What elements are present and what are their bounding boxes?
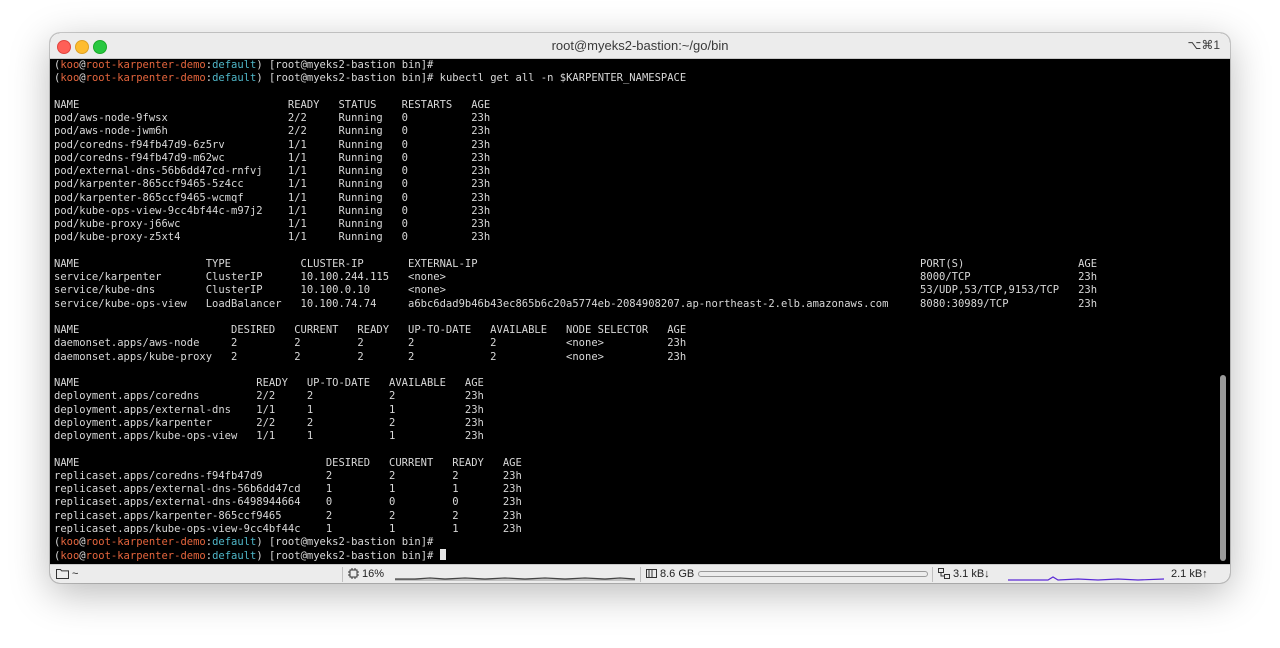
prompt-user: koo bbox=[60, 536, 80, 548]
table-row: pod/aws-node-jwm6h 2/2 Running 0 23h bbox=[54, 125, 491, 138]
table-row: deployment.apps/kube-ops-view 1/1 1 1 23… bbox=[54, 430, 484, 442]
table-row: pod/karpenter-865ccf9465-wcmqf 1/1 Runni… bbox=[54, 191, 491, 204]
path-indicator[interactable]: ~ bbox=[56, 568, 78, 580]
table-row: replicaset.apps/external-dns-6498944664 … bbox=[54, 496, 522, 509]
table-row: NAME READY STATUS RESTARTS AGE bbox=[54, 98, 491, 111]
prompt-user: koo bbox=[60, 550, 80, 563]
network-graph bbox=[1008, 576, 1164, 581]
prompt-host: root-karpenter-demo bbox=[85, 59, 206, 71]
table-row: replicaset.apps/kube-ops-view-9cc4bf44c … bbox=[54, 522, 522, 535]
table-row: pod/kube-proxy-z5xt4 1/1 Running 0 23h bbox=[54, 231, 491, 244]
table-row: replicaset.apps/coredns-f94fb47d9 2 2 2 … bbox=[54, 469, 522, 482]
table-row: pod/aws-node-9fwsx 2/2 Running 0 23h bbox=[54, 112, 491, 124]
status-divider bbox=[640, 567, 641, 582]
title-bar[interactable]: root@myeks2-bastion:~/go/bin ⌥⌘1 bbox=[50, 33, 1230, 59]
memory-indicator: 8.6 GB bbox=[646, 568, 694, 580]
table-row: pod/kube-ops-view-9cc4bf44c-m97j2 1/1 Ru… bbox=[54, 204, 491, 217]
cpu-graph bbox=[395, 577, 635, 581]
path-text: ~ bbox=[72, 568, 79, 580]
table-row: service/kube-dns ClusterIP 10.100.0.10 <… bbox=[54, 284, 1098, 297]
prompt-host: root-karpenter-demo bbox=[85, 72, 206, 85]
table-row: pod/kube-proxy-j66wc 1/1 Running 0 23h bbox=[54, 218, 491, 230]
terminal-window: root@myeks2-bastion:~/go/bin ⌥⌘1 (koo@ro… bbox=[50, 33, 1230, 583]
table-row: replicaset.apps/karpenter-865ccf9465 2 2… bbox=[54, 509, 522, 522]
table-row: daemonset.apps/kube-proxy 2 2 2 2 2 <non… bbox=[54, 350, 687, 363]
table-row: deployment.apps/external-dns 1/1 1 1 23h bbox=[54, 403, 484, 416]
prompt-host: root-karpenter-demo bbox=[85, 536, 206, 548]
table-row: deployment.apps/karpenter 2/2 2 2 23h bbox=[54, 416, 484, 429]
window-shortcut: ⌥⌘1 bbox=[1187, 38, 1220, 52]
folder-icon bbox=[56, 569, 69, 579]
table-row: service/karpenter ClusterIP 10.100.244.1… bbox=[54, 271, 1098, 283]
memory-bar bbox=[698, 571, 928, 577]
prompt-namespace: default bbox=[212, 72, 257, 85]
status-divider bbox=[932, 567, 933, 582]
terminal-text: (koo@root-karpenter-demo:default) [root@… bbox=[54, 59, 1098, 563]
table-row: pod/coredns-f94fb47d9-m62wc 1/1 Running … bbox=[54, 151, 491, 164]
prompt-namespace: default bbox=[212, 59, 257, 71]
window-title: root@myeks2-bastion:~/go/bin bbox=[551, 38, 729, 53]
cpu-value: 16% bbox=[362, 568, 385, 580]
table-row: daemonset.apps/aws-node 2 2 2 2 2 <none>… bbox=[54, 337, 687, 350]
network-down-value: 3.1 kB↓ bbox=[953, 568, 990, 580]
cpu-indicator: 16% bbox=[348, 568, 384, 580]
network-down-indicator: 3.1 kB↓ bbox=[938, 568, 990, 580]
table-row: deployment.apps/coredns 2/2 2 2 23h bbox=[54, 390, 484, 403]
table-row: replicaset.apps/external-dns-56b6dd47cd … bbox=[54, 483, 522, 495]
terminal-cursor bbox=[439, 549, 446, 561]
terminal-output[interactable]: (koo@root-karpenter-demo:default) [root@… bbox=[50, 59, 1230, 564]
memory-value: 8.6 GB bbox=[660, 568, 695, 580]
table-row: NAME DESIRED CURRENT READY UP-TO-DATE AV… bbox=[54, 324, 687, 336]
prompt-user: koo bbox=[60, 72, 80, 85]
prompt-namespace: default bbox=[212, 536, 257, 548]
cpu-icon bbox=[348, 568, 359, 579]
network-up-value: 2.1 kB↑ bbox=[1171, 568, 1208, 580]
table-row: pod/karpenter-865ccf9465-5z4cc 1/1 Runni… bbox=[54, 178, 491, 191]
table-row: pod/coredns-f94fb47d9-6z5rv 1/1 Running … bbox=[54, 138, 491, 151]
table-row: NAME DESIRED CURRENT READY AGE bbox=[54, 456, 522, 469]
table-row: NAME READY UP-TO-DATE AVAILABLE AGE bbox=[54, 377, 484, 389]
status-divider bbox=[342, 567, 343, 582]
table-row: service/kube-ops-view LoadBalancer 10.10… bbox=[54, 297, 1098, 310]
prompt-namespace: default bbox=[212, 550, 257, 563]
memory-icon bbox=[646, 569, 657, 578]
prompt-host: root-karpenter-demo bbox=[85, 550, 206, 563]
table-row: NAME TYPE CLUSTER-IP EXTERNAL-IP PORT(S)… bbox=[54, 257, 1098, 270]
status-bar: ~ 16% 8.6 GB 3.1 kB↓ 2.1 kB↑ bbox=[50, 564, 1230, 583]
prompt-user: koo bbox=[60, 59, 80, 71]
table-row: pod/external-dns-56b6dd47cd-rnfvj 1/1 Ru… bbox=[54, 165, 491, 177]
network-icon bbox=[938, 568, 950, 579]
scrollbar[interactable] bbox=[1220, 375, 1226, 561]
